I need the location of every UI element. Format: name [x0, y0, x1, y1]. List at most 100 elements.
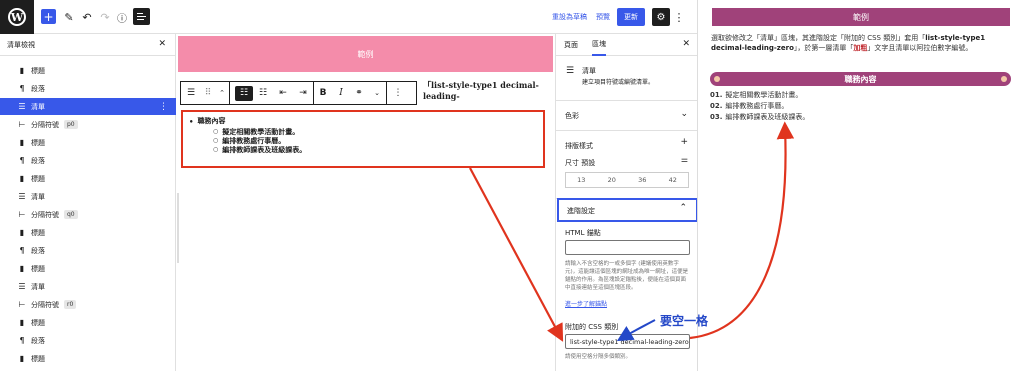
- chevron-down-icon[interactable]: ⌄: [368, 82, 386, 104]
- preview-button[interactable]: 預覽: [596, 12, 610, 22]
- editor-topbar: W + ✎ ↶ ↷ ⓘ 重設為草稿 預覽 更新 ⚙ ⋮: [0, 0, 697, 34]
- color-panel[interactable]: 色彩 ⌄: [556, 101, 697, 131]
- list-view-item-label: 標題: [31, 264, 45, 273]
- preview-numbered-list: 01. 擬定相關教學活動計畫。 02. 編排教務處行事曆。 03. 編排教師課表及班級…: [710, 90, 809, 123]
- list-view-item[interactable]: ☰ 清單: [0, 188, 176, 205]
- more-options-icon[interactable]: ⋮: [674, 8, 685, 26]
- bookmark-icon: ▮: [19, 354, 25, 363]
- close-icon[interactable]: ✕: [682, 39, 690, 49]
- bookmark-icon: ▮: [19, 174, 25, 183]
- list-view-item[interactable]: ☰ 清單: [0, 278, 176, 295]
- list-view-item[interactable]: ▮ 標題: [0, 134, 176, 151]
- list-view-toggle-icon[interactable]: [133, 8, 150, 25]
- list-view-item-label: 標題: [31, 354, 45, 363]
- sidebar-tabs: 頁面 區塊: [556, 34, 697, 56]
- typography-panel-title: 排版樣式: [565, 142, 593, 150]
- learn-more-link[interactable]: 進一步了解錨點: [565, 299, 607, 308]
- css-class-input[interactable]: list-style-type1 decimal-leading-zero: [565, 334, 690, 349]
- update-button[interactable]: 更新: [617, 8, 645, 26]
- unordered-list-icon[interactable]: ☷: [235, 85, 253, 101]
- selected-list-block[interactable]: •職務內容 擬定相關教學活動計畫。 編排教務處行事曆。 編排教師課表及班級課表。: [181, 110, 545, 168]
- list-view-item-label: 清單: [31, 102, 45, 111]
- list-item: 02. 編排教務處行事曆。: [710, 102, 789, 110]
- pencil-icon[interactable]: ✎: [63, 8, 75, 26]
- list-view-item-label: 標題: [31, 318, 45, 327]
- list-view-item[interactable]: ▮ 標題: [0, 350, 176, 367]
- settings-gear-icon[interactable]: ⚙: [652, 8, 670, 26]
- close-icon[interactable]: ✕: [158, 39, 166, 49]
- italic-icon[interactable]: I: [332, 82, 350, 104]
- info-icon[interactable]: ⓘ: [116, 8, 128, 26]
- list-view-item[interactable]: ¶ 段落: [0, 80, 176, 97]
- font-size-option[interactable]: 36: [638, 176, 646, 184]
- bookmark-icon: ▮: [19, 264, 25, 273]
- link-icon[interactable]: ⚭: [350, 82, 368, 104]
- list-view-item[interactable]: ▮ 標題: [0, 170, 176, 187]
- revert-to-draft-button[interactable]: 重設為草稿: [552, 12, 587, 22]
- list-item: 01. 擬定相關教學活動計畫。: [710, 91, 803, 99]
- move-up-down-icon[interactable]: ⌃: [215, 82, 229, 104]
- typography-panel: 排版樣式 + 尺寸 預設 ⚌: [556, 131, 697, 199]
- font-size-option[interactable]: 42: [669, 176, 677, 184]
- block-editor: W + ✎ ↶ ↷ ⓘ 重設為草稿 預覽 更新 ⚙ ⋮ 清單檢視 ✕ ▮ 標題 ¶ 段…: [0, 0, 698, 371]
- list-view-item-label: 標題: [31, 138, 45, 147]
- undo-icon[interactable]: ↶: [81, 8, 93, 26]
- list-view-item[interactable]: ▮ 標題: [0, 314, 176, 331]
- list-view-item[interactable]: ⊢ 分隔符號 p0: [0, 116, 176, 133]
- nested-list-item[interactable]: 編排教師課表及班級課表。: [213, 145, 537, 154]
- block-card-description: 建立項目符號或編號清單。: [582, 79, 655, 86]
- chevron-up-icon[interactable]: ⌃: [679, 203, 687, 213]
- list-view-item-label: 分隔符號: [31, 300, 59, 309]
- nested-list[interactable]: 擬定相關教學活動計畫。 編排教務處行事曆。 編排教師課表及班級課表。: [189, 127, 537, 154]
- list-view-item[interactable]: ¶ 段落: [0, 332, 176, 349]
- list-view-item[interactable]: ▮ 標題: [0, 224, 176, 241]
- canvas-banner[interactable]: 範例: [178, 36, 553, 72]
- advanced-panel-toggle[interactable]: 進階設定 ⌃: [557, 198, 697, 222]
- drag-handle-icon[interactable]: ⠿: [201, 82, 215, 104]
- list-view-item[interactable]: ¶ 段落: [0, 152, 176, 169]
- ordered-list-icon[interactable]: ☷: [253, 82, 273, 104]
- canvas-heading-text[interactable]: 「list-style-type1 decimal-leading-: [423, 80, 554, 101]
- list-view-item[interactable]: ▮ 標題: [0, 260, 176, 277]
- list-view-item-label: 清單: [31, 192, 45, 201]
- paragraph-icon: ¶: [19, 156, 25, 165]
- list-item: 03. 編排教師課表及班級課表。: [710, 113, 810, 121]
- chevron-down-icon[interactable]: ⌄: [680, 109, 688, 119]
- list-view-item-label: 段落: [31, 336, 45, 345]
- list-icon: ☰: [18, 282, 26, 291]
- more-options-icon[interactable]: ⋮: [159, 102, 168, 112]
- font-size-option[interactable]: 13: [577, 176, 585, 184]
- css-class-help: 請使用空格分隔多個類別。: [565, 354, 632, 360]
- preview-banner: 範例: [712, 8, 1010, 26]
- list-block-icon[interactable]: ☰: [181, 82, 201, 104]
- separator-icon: ⊢: [18, 300, 26, 309]
- list-view-item-label: 分隔符號: [31, 210, 59, 219]
- bookmark-icon: ▮: [19, 228, 25, 237]
- indent-icon[interactable]: ⇥: [293, 82, 313, 104]
- plus-icon[interactable]: +: [680, 137, 688, 147]
- frontend-preview: 範例 選取欲修改之「清單」區塊，其進階設定「附加的 CSS 類別」套用「list…: [699, 0, 1024, 371]
- size-label: 尺寸 預設: [565, 159, 596, 167]
- font-size-option[interactable]: 20: [608, 176, 616, 184]
- list-item[interactable]: • 職務內容: [189, 116, 537, 126]
- list-view-item[interactable]: ⊢ 分隔符號 q0: [0, 206, 176, 223]
- add-block-button[interactable]: +: [41, 9, 56, 24]
- sliders-icon[interactable]: ⚌: [681, 155, 688, 164]
- outdent-icon[interactable]: ⇤: [273, 82, 293, 104]
- list-view-item[interactable]: ☰ 清單 ⋮: [0, 98, 176, 115]
- block-toolbar: ☰ ⠿ ⌃ ☷ ☷ ⇤ ⇥ B I ⚭ ⌄ ⋮: [180, 81, 417, 105]
- list-view-item[interactable]: ¶ 段落: [0, 242, 176, 259]
- css-class-label: 附加的 CSS 類別: [565, 323, 619, 331]
- tab-block[interactable]: 區塊: [592, 34, 606, 56]
- wordpress-logo-icon[interactable]: W: [0, 0, 34, 34]
- block-options-icon[interactable]: ⋮: [387, 82, 409, 104]
- html-anchor-input[interactable]: [565, 240, 690, 255]
- color-panel-title: 色彩: [565, 112, 579, 120]
- list-view-item[interactable]: ▮ 標題: [0, 62, 176, 79]
- tab-page[interactable]: 頁面: [564, 34, 578, 56]
- redo-icon[interactable]: ↷: [99, 8, 111, 26]
- preview-description: 選取欲修改之「清單」區塊，其進階設定「附加的 CSS 類別」套用「list-st…: [711, 34, 986, 52]
- list-view-item[interactable]: ⊢ 分隔符號 r0: [0, 296, 176, 313]
- advanced-panel-title: 進階設定: [567, 207, 595, 215]
- bold-icon[interactable]: B: [314, 82, 332, 104]
